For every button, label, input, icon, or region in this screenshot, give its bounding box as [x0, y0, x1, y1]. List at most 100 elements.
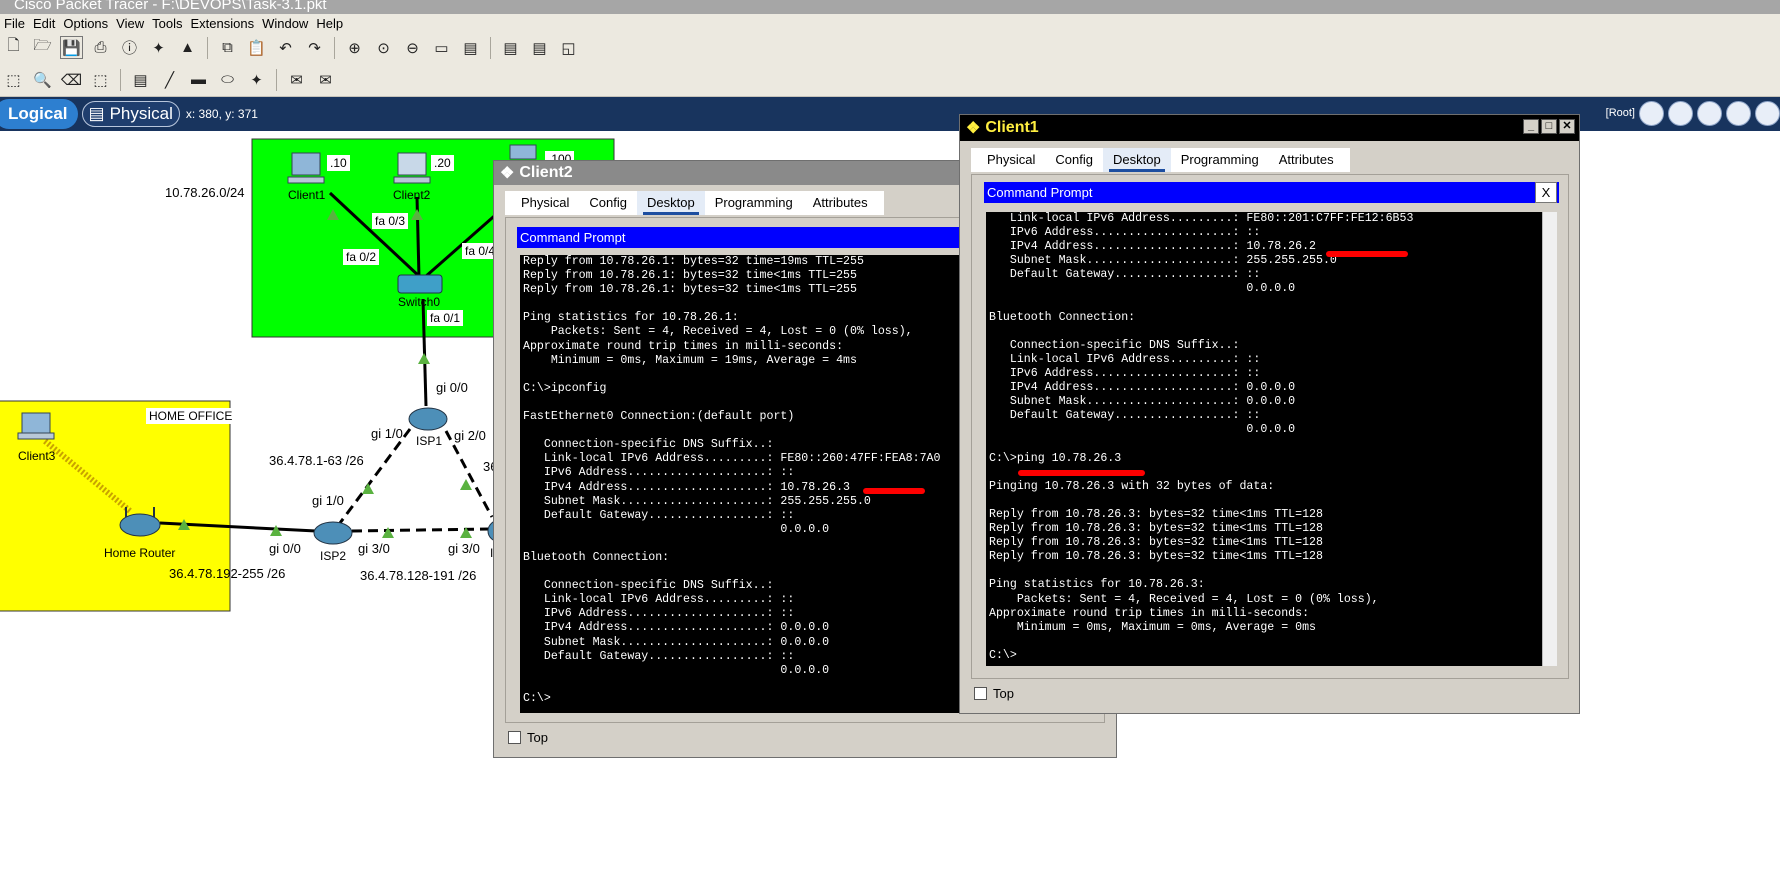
isp2-router-icon[interactable]: [313, 521, 353, 545]
menu-file[interactable]: File: [0, 16, 29, 31]
physical-tab-label: Physical: [109, 104, 173, 123]
logical-tab[interactable]: Logical: [0, 99, 78, 129]
print-icon[interactable]: ⎙: [89, 36, 112, 59]
client1-tabs: Physical Config Desktop Programming Attr…: [971, 148, 1350, 172]
resize-icon[interactable]: ⬚: [89, 68, 112, 91]
menu-help[interactable]: Help: [312, 16, 347, 31]
switch0-icon[interactable]: [397, 274, 443, 294]
top-checkbox[interactable]: [508, 731, 521, 744]
new-icon[interactable]: 🗋: [2, 36, 25, 59]
tab-attributes[interactable]: Attributes: [1269, 148, 1344, 172]
redo-icon[interactable]: ↷: [303, 36, 326, 59]
copy-icon[interactable]: ⧉: [216, 36, 239, 59]
tab-config[interactable]: Config: [579, 191, 637, 215]
top-checkbox[interactable]: [974, 687, 987, 700]
activity-wizard-icon[interactable]: ▲: [176, 36, 199, 59]
terminal-line: Reply from 10.78.26.1: bytes=32 time<1ms…: [523, 269, 857, 283]
note-icon[interactable]: ▤: [129, 68, 152, 91]
menu-window[interactable]: Window: [258, 16, 312, 31]
back-icon[interactable]: [1639, 101, 1664, 126]
root-label[interactable]: [Root]: [1606, 107, 1635, 121]
select-icon[interactable]: ⬚: [2, 68, 25, 91]
annotation-underline: [1018, 470, 1145, 476]
isp1-gi10-label: gi 1/0: [371, 426, 403, 441]
cluster-icon[interactable]: [1668, 101, 1693, 126]
tab-physical[interactable]: Physical: [511, 191, 579, 215]
client2-top-checkbox-row[interactable]: Top: [508, 730, 548, 745]
tab-programming[interactable]: Programming: [705, 191, 803, 215]
server-icon[interactable]: [509, 144, 537, 160]
network-wizard-icon[interactable]: ✦: [147, 36, 170, 59]
terminal-line: Default Gateway.................: ::: [989, 268, 1261, 282]
client1-pc-icon[interactable]: [287, 152, 325, 184]
custom-device-icon[interactable]: ▤: [459, 36, 482, 59]
zoom-in-icon[interactable]: ⊕: [343, 36, 366, 59]
zoom-out-icon[interactable]: ⊖: [401, 36, 424, 59]
isp1-router-icon[interactable]: [408, 407, 448, 431]
undo-icon[interactable]: ↶: [274, 36, 297, 59]
set-background-icon[interactable]: [1726, 101, 1751, 126]
delete-icon[interactable]: ⌫: [60, 68, 83, 91]
client2-pc-icon[interactable]: [393, 152, 431, 184]
terminal-line: Bluetooth Connection:: [523, 550, 670, 564]
inspect-icon[interactable]: 🔍: [31, 68, 54, 91]
physical-tab[interactable]: ▤ Physical: [81, 101, 180, 127]
client1-terminal[interactable]: Link-local IPv6 Address.........: FE80::…: [986, 212, 1542, 666]
info-icon[interactable]: ⓘ: [118, 36, 141, 59]
move-object-icon[interactable]: [1697, 101, 1722, 126]
tab-desktop[interactable]: Desktop: [1103, 148, 1171, 172]
open-icon[interactable]: 🗁: [31, 36, 54, 59]
menu-edit[interactable]: Edit: [29, 16, 59, 31]
link-up-indicator: [382, 527, 394, 538]
rectangle-icon[interactable]: ▬: [187, 68, 210, 91]
minimize-icon[interactable]: _: [1523, 119, 1539, 134]
client1-top-checkbox-row[interactable]: Top: [974, 686, 1014, 701]
close-icon[interactable]: ✕: [1559, 119, 1575, 134]
tab-desktop[interactable]: Desktop: [637, 191, 705, 215]
home-router-label: Home Router: [104, 546, 176, 560]
tab-physical[interactable]: Physical: [977, 148, 1045, 172]
top-label: Top: [527, 730, 548, 745]
client2-cmd-header: Command Prompt: [517, 227, 962, 248]
terminal-line: Default Gateway.................: ::: [989, 409, 1261, 423]
ellipse-icon[interactable]: ⬭: [216, 68, 239, 91]
drawing-palette-icon[interactable]: ▭: [430, 36, 453, 59]
redaction-mark: [1326, 251, 1408, 257]
tab-programming[interactable]: Programming: [1171, 148, 1269, 172]
pc-app-icon: ❖: [500, 165, 515, 182]
maximize-icon[interactable]: □: [1541, 119, 1557, 134]
client1-title-bar[interactable]: ❖ Client1 _ □ ✕: [960, 115, 1579, 141]
link-isp1-isp3: [444, 430, 494, 518]
freeform-icon[interactable]: ✦: [245, 68, 268, 91]
menu-extensions[interactable]: Extensions: [186, 16, 258, 31]
client2-terminal[interactable]: Reply from 10.78.26.1: bytes=32 time=19m…: [520, 255, 962, 713]
isp2-gi00-label: gi 0/0: [269, 541, 301, 556]
paste-icon[interactable]: 📋: [245, 36, 268, 59]
save-icon[interactable]: 💾: [60, 36, 83, 59]
terminal-line: Packets: Sent = 4, Received = 4, Lost = …: [989, 592, 1379, 606]
viewport-nav-icon[interactable]: [1755, 101, 1780, 126]
viewport-icon[interactable]: ◱: [557, 36, 580, 59]
toolbar-separator: [120, 68, 121, 91]
tab-attributes[interactable]: Attributes: [803, 191, 878, 215]
top-label: Top: [993, 686, 1014, 701]
client3-laptop-icon[interactable]: [17, 412, 55, 440]
complex-pdu-icon[interactable]: ✉: [314, 68, 337, 91]
toolbar-separator: [334, 36, 335, 59]
menu-view[interactable]: View: [112, 16, 148, 31]
cmd-header-label: Command Prompt: [520, 230, 626, 245]
simple-pdu-icon[interactable]: ✉: [285, 68, 308, 91]
terminal-scrollbar[interactable]: [1542, 212, 1557, 666]
simulation-icon[interactable]: ▤: [528, 36, 551, 59]
terminal-line: Reply from 10.78.26.3: bytes=32 time<1ms…: [989, 550, 1323, 564]
notes-icon[interactable]: ▤: [499, 36, 522, 59]
menu-tools[interactable]: Tools: [148, 16, 186, 31]
menu-options[interactable]: Options: [59, 16, 112, 31]
zoom-reset-icon[interactable]: ⊙: [372, 36, 395, 59]
cmd-close-button[interactable]: X: [1535, 182, 1557, 203]
link-up-indicator: [460, 479, 472, 490]
line-icon[interactable]: ╱: [158, 68, 181, 91]
tab-config[interactable]: Config: [1045, 148, 1103, 172]
